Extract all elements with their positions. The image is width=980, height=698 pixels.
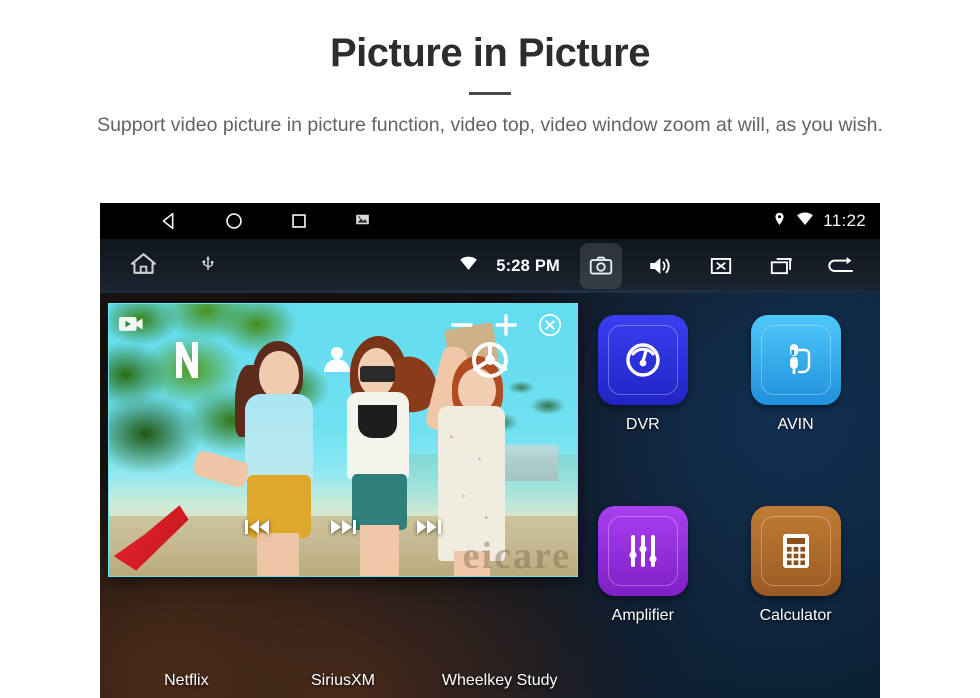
system-toolbar: 5:28 PM [100, 239, 880, 293]
video-camera-icon[interactable] [118, 313, 144, 335]
equalizer-icon [629, 534, 657, 567]
square-icon[interactable] [288, 210, 310, 232]
android-status-bar: 11:22 [100, 203, 880, 239]
previous-track-icon[interactable] [243, 516, 271, 543]
triangle-left-icon[interactable] [158, 210, 180, 232]
app-label: AVIN [777, 416, 814, 433]
close-circle-icon[interactable] [535, 310, 565, 340]
app-tile[interactable] [597, 315, 688, 405]
home-icon[interactable] [130, 251, 157, 281]
device-screen: 11:22 5:28 PM DVR AVIN Amplifier Calcula… [100, 203, 880, 698]
app-tile[interactable] [597, 505, 688, 596]
app-launcher: Netflix SiriusXM [100, 293, 880, 698]
app-item-dvr[interactable]: DVR [566, 309, 719, 500]
toolbar-left-group [130, 251, 217, 281]
wifi-icon [459, 256, 478, 276]
status-bar-clock: 11:22 [823, 211, 866, 230]
app-item-amplifier[interactable]: Amplifier [566, 500, 719, 691]
speaker-icon[interactable] [640, 243, 682, 289]
page-title: Picture in Picture [330, 31, 650, 75]
close-box-icon[interactable] [700, 243, 742, 289]
calculator-icon [782, 533, 809, 568]
usb-icon[interactable] [199, 253, 217, 280]
circle-icon[interactable] [223, 210, 245, 232]
steering-wheel-icon [471, 342, 508, 378]
play-pause-icon[interactable] [329, 516, 357, 543]
app-item-avin[interactable]: AVIN [719, 309, 872, 500]
status-bar-right: 11:22 [772, 203, 866, 239]
minus-icon[interactable] [447, 310, 477, 340]
app-label: Wheelkey Study [441, 672, 558, 689]
app-label: Calculator [759, 606, 832, 624]
app-tile[interactable] [750, 315, 841, 405]
windows-icon[interactable] [760, 243, 802, 289]
netflix-icon [176, 342, 199, 378]
image-icon[interactable] [353, 210, 375, 232]
toolbar-clock: 5:28 PM [496, 256, 560, 275]
gauge-icon [626, 343, 660, 377]
plus-icon[interactable] [491, 310, 521, 340]
pip-transport-controls [109, 516, 577, 543]
hidden-row-labels: Netflix SiriusXM Wheelkey Study [108, 672, 578, 690]
av-plug-icon [789, 344, 810, 374]
app-label: Netflix [164, 672, 209, 689]
app-label: Amplifier [611, 606, 674, 624]
page-subtitle: Support video picture in picture functio… [97, 114, 883, 136]
title-divider [469, 92, 511, 95]
camera-icon[interactable] [580, 243, 622, 289]
app-item-calculator[interactable]: Calculator [719, 500, 872, 691]
page-header: Picture in Picture Support video picture… [0, 0, 980, 139]
android-nav-buttons [158, 210, 375, 232]
location-pin-icon [772, 210, 787, 233]
back-arrow-icon[interactable] [820, 243, 862, 289]
wifi-icon [796, 211, 814, 231]
next-track-icon[interactable] [415, 516, 443, 543]
siriusxm-icon [324, 347, 351, 372]
pip-window-controls [447, 310, 565, 340]
toolbar-right-group: 5:28 PM [459, 239, 862, 293]
app-label: DVR [625, 416, 660, 433]
app-label: SiriusXM [311, 672, 376, 689]
app-tile[interactable] [750, 505, 841, 596]
